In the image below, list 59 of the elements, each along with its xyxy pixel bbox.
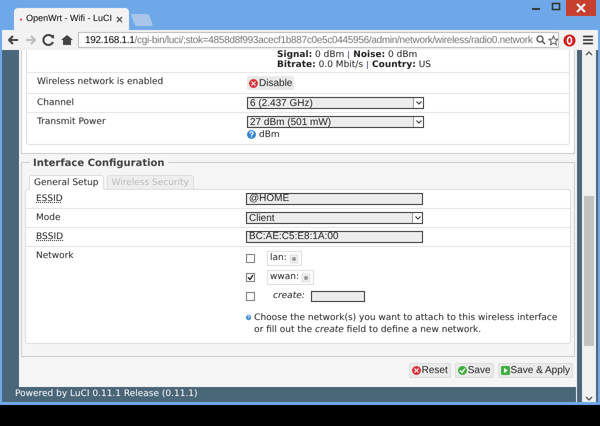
browser-tab[interactable]: OpenWrt - Wifi - LuCI (14, 8, 129, 30)
network-badge: lan: (267, 251, 302, 266)
scroll-down-icon[interactable] (585, 396, 593, 402)
checkbox[interactable] (246, 273, 255, 282)
scrollbar[interactable] (582, 50, 596, 402)
url-host: 192.168.1.1 (85, 34, 135, 46)
text-field[interactable]: BC:AE:C5:E8:1A:00 (246, 231, 423, 243)
checkbox[interactable] (246, 254, 255, 263)
field-label: Mode (36, 212, 62, 225)
help-icon (247, 130, 256, 139)
network-icon (288, 254, 299, 264)
tab[interactable]: General Setup (29, 175, 104, 190)
select-field[interactable]: 6 (2.437 GHz) (247, 97, 424, 109)
menu-icon[interactable] (582, 35, 594, 45)
tab-title: OpenWrt - Wifi - LuCI (26, 12, 112, 26)
play-icon (500, 366, 510, 375)
status-text: Noise: 0 dBm (353, 50, 418, 60)
chevron-icon (416, 101, 422, 105)
field-label: Wireless network is enabled (37, 76, 164, 89)
select-field[interactable]: Client (246, 212, 423, 224)
checkbox[interactable] (246, 292, 255, 301)
section-legend: Interface Configuration (30, 156, 168, 171)
address-bar[interactable]: 192.168.1.1/cgi-bin/luci/;stok=4858d8f993acecf1b887c0e5c0445956/admin/network/wireless/radio0.network (78, 32, 559, 48)
text-field[interactable]: @HOME (246, 193, 423, 205)
status-text: Signal: 0 dBm (277, 50, 344, 60)
field-label: Network (36, 250, 75, 263)
back-icon[interactable] (6, 34, 20, 46)
stop-icon (249, 78, 258, 88)
search-icon[interactable] (536, 35, 546, 45)
save-button[interactable]: Save (454, 363, 494, 378)
close-icon[interactable] (116, 16, 123, 22)
url-path: /cgi-bin/luci/;stok=4858d8f993acecf1b887c0e5c0445956/admin/network/wireless/radio0.network (134, 34, 533, 46)
status-text: Bitrate: 0.0 Mbit/s (277, 60, 364, 70)
chevron-icon (416, 120, 422, 124)
home-icon[interactable] (60, 34, 74, 46)
chevron-icon (414, 216, 420, 220)
close-icon[interactable] (566, 0, 596, 16)
field-label: ESSID (36, 193, 64, 206)
option-label: create: (273, 290, 305, 303)
reset-icon (412, 366, 421, 375)
select-field[interactable]: 27 dBm (501 mW) (247, 116, 424, 128)
status-text: Country: US (372, 60, 432, 70)
help-text: dBm (259, 129, 280, 141)
star-icon[interactable] (548, 34, 558, 46)
apply-button[interactable]: Save & Apply (498, 363, 573, 378)
network-icon (300, 272, 311, 282)
field-label: BSSID (36, 231, 64, 244)
create-field[interactable] (310, 291, 365, 302)
check-icon (458, 366, 467, 375)
reload-icon[interactable] (42, 34, 56, 46)
scroll-up-icon[interactable] (585, 50, 593, 56)
extension-icon[interactable] (563, 34, 576, 46)
network-badge: wwan: (267, 270, 314, 285)
help-text: Choose the network(s) you want to attach to this wireless interface or fill out the create field to define a new network. (254, 312, 558, 336)
field-label: Transmit Power (37, 116, 107, 129)
help-icon (246, 313, 252, 322)
disable-button[interactable]: Disable (247, 76, 294, 90)
reset-button[interactable]: Reset (408, 363, 451, 378)
field-label: Channel (37, 97, 75, 110)
